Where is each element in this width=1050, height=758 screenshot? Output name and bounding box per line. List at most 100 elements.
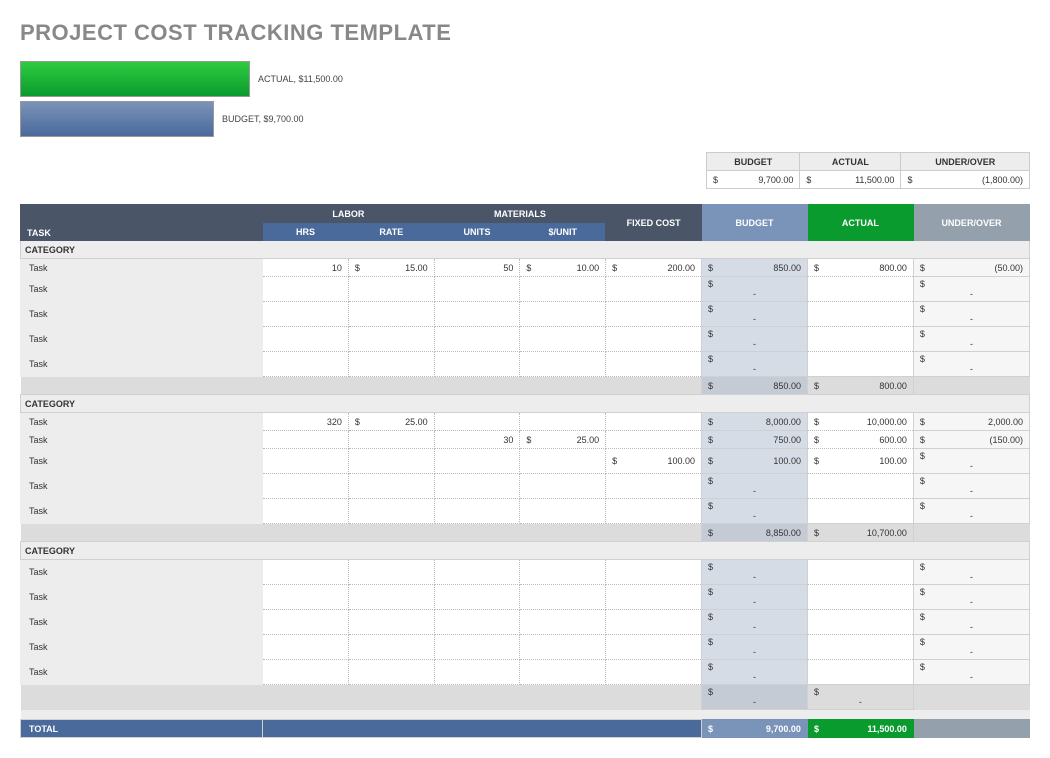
cell-rate[interactable] <box>348 431 434 449</box>
cell-rate[interactable] <box>348 277 434 302</box>
cell-perunit[interactable] <box>520 499 606 524</box>
cell-rate[interactable] <box>348 585 434 610</box>
subtotal-budget: $850.00 <box>702 377 808 395</box>
cell-perunit[interactable] <box>520 327 606 352</box>
cell-fixed[interactable] <box>606 499 702 524</box>
cell-hrs[interactable]: 10 <box>263 259 349 277</box>
cell-rate[interactable] <box>348 474 434 499</box>
cell-perunit[interactable] <box>520 277 606 302</box>
cell-units[interactable]: 50 <box>434 259 520 277</box>
cell-perunit[interactable] <box>520 474 606 499</box>
cell-hrs[interactable] <box>263 352 349 377</box>
cell-actual[interactable]: $600.00 <box>807 431 913 449</box>
cell-perunit[interactable]: $10.00 <box>520 259 606 277</box>
cell-units[interactable]: 30 <box>434 431 520 449</box>
cell-perunit[interactable] <box>520 413 606 431</box>
cell-rate[interactable] <box>348 610 434 635</box>
cell-fixed[interactable] <box>606 474 702 499</box>
cell-rate[interactable] <box>348 635 434 660</box>
cell-units[interactable] <box>434 610 520 635</box>
cell-actual[interactable] <box>807 585 913 610</box>
cell-perunit[interactable] <box>520 449 606 474</box>
cell-hrs[interactable] <box>263 660 349 685</box>
cell-fixed[interactable] <box>606 585 702 610</box>
cell-actual[interactable]: $800.00 <box>807 259 913 277</box>
cell-rate[interactable] <box>348 352 434 377</box>
cell-fixed[interactable] <box>606 352 702 377</box>
cell-fixed[interactable] <box>606 560 702 585</box>
cell-rate[interactable]: $15.00 <box>348 259 434 277</box>
cell-units[interactable] <box>434 327 520 352</box>
cell-fixed[interactable]: $100.00 <box>606 449 702 474</box>
summary-bar-chart: ACTUAL, $11,500.00 BUDGET, $9,700.00 <box>20 61 360 137</box>
cell-perunit[interactable] <box>520 302 606 327</box>
cell-uo: $(150.00) <box>913 431 1029 449</box>
cell-actual[interactable] <box>807 327 913 352</box>
cell-hrs[interactable] <box>263 499 349 524</box>
cell-fixed[interactable] <box>606 277 702 302</box>
cell-budget: $- <box>702 352 808 377</box>
cell-hrs[interactable] <box>263 277 349 302</box>
cell-hrs[interactable] <box>263 449 349 474</box>
cell-fixed[interactable] <box>606 610 702 635</box>
cell-rate[interactable] <box>348 302 434 327</box>
cell-uo: $- <box>913 327 1029 352</box>
summary-budget: $9,700.00 <box>707 171 800 189</box>
cell-perunit[interactable] <box>520 635 606 660</box>
cell-rate[interactable]: $25.00 <box>348 413 434 431</box>
cell-units[interactable] <box>434 560 520 585</box>
cell-units[interactable] <box>434 474 520 499</box>
cell-perunit[interactable] <box>520 560 606 585</box>
cell-rate[interactable] <box>348 449 434 474</box>
cell-hrs[interactable] <box>263 474 349 499</box>
cell-perunit[interactable] <box>520 610 606 635</box>
cell-perunit[interactable]: $25.00 <box>520 431 606 449</box>
cell-units[interactable] <box>434 585 520 610</box>
cell-rate[interactable] <box>348 499 434 524</box>
cell-actual[interactable] <box>807 635 913 660</box>
cell-rate[interactable] <box>348 560 434 585</box>
cell-fixed[interactable] <box>606 431 702 449</box>
cell-hrs[interactable] <box>263 431 349 449</box>
cell-units[interactable] <box>434 635 520 660</box>
table-row: Task$-$- <box>21 585 1030 610</box>
cell-budget: $- <box>702 499 808 524</box>
cell-actual[interactable] <box>807 499 913 524</box>
cell-actual[interactable] <box>807 560 913 585</box>
cell-hrs[interactable] <box>263 302 349 327</box>
cell-fixed[interactable]: $200.00 <box>606 259 702 277</box>
cell-fixed[interactable] <box>606 660 702 685</box>
cell-actual[interactable] <box>807 610 913 635</box>
cell-perunit[interactable] <box>520 660 606 685</box>
cell-rate[interactable] <box>348 327 434 352</box>
cell-hrs[interactable] <box>263 585 349 610</box>
cell-actual[interactable]: $10,000.00 <box>807 413 913 431</box>
cell-units[interactable] <box>434 413 520 431</box>
cell-actual[interactable] <box>807 352 913 377</box>
cell-hrs[interactable]: 320 <box>263 413 349 431</box>
cell-rate[interactable] <box>348 660 434 685</box>
cell-hrs[interactable] <box>263 327 349 352</box>
cell-fixed[interactable] <box>606 635 702 660</box>
cell-hrs[interactable] <box>263 635 349 660</box>
cell-fixed[interactable] <box>606 327 702 352</box>
cell-hrs[interactable] <box>263 610 349 635</box>
cell-units[interactable] <box>434 499 520 524</box>
cell-fixed[interactable] <box>606 302 702 327</box>
cell-units[interactable] <box>434 277 520 302</box>
cell-perunit[interactable] <box>520 352 606 377</box>
cell-actual[interactable] <box>807 302 913 327</box>
cell-perunit[interactable] <box>520 585 606 610</box>
cell-units[interactable] <box>434 302 520 327</box>
cell-units[interactable] <box>434 352 520 377</box>
category-label: CATEGORY <box>21 241 1030 259</box>
hdr-materials: MATERIALS <box>434 205 606 223</box>
cell-hrs[interactable] <box>263 560 349 585</box>
cell-units[interactable] <box>434 660 520 685</box>
cell-actual[interactable] <box>807 474 913 499</box>
cell-actual[interactable] <box>807 660 913 685</box>
cell-fixed[interactable] <box>606 413 702 431</box>
cell-actual[interactable]: $100.00 <box>807 449 913 474</box>
cell-units[interactable] <box>434 449 520 474</box>
cell-actual[interactable] <box>807 277 913 302</box>
